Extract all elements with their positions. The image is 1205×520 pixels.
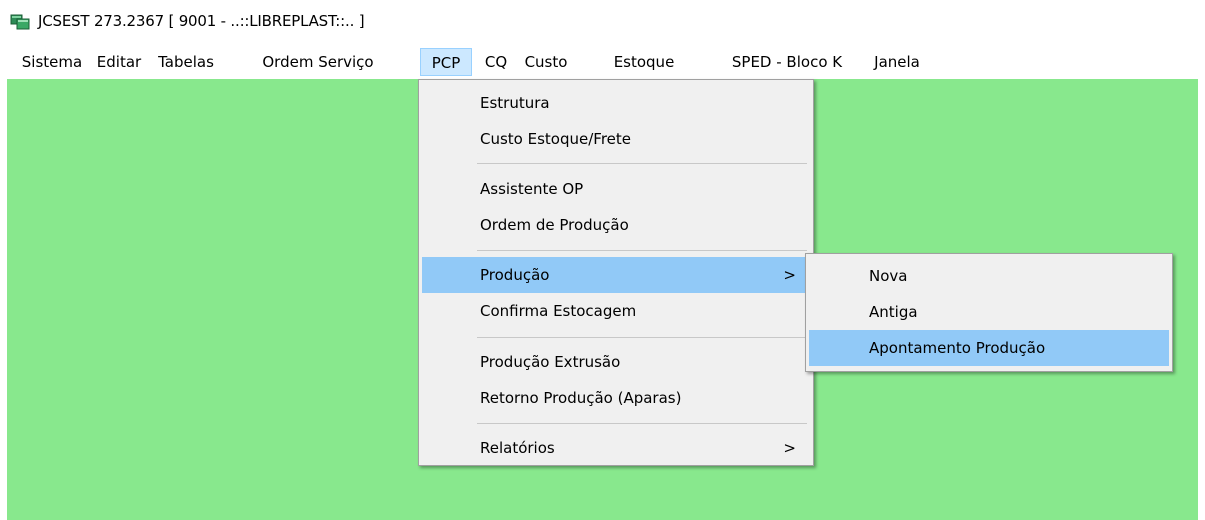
menu-estoque[interactable]: Estoque: [580, 48, 708, 76]
menu-item-retorno-producao-aparas[interactable]: Retorno Produção (Aparas): [422, 380, 810, 416]
app-window-icon: [10, 14, 30, 30]
submenu-item-label: Nova: [869, 267, 908, 285]
pcp-dropdown-menu: Estrutura Custo Estoque/Frete Assistente…: [418, 79, 814, 466]
menu-sistema[interactable]: Sistema: [18, 48, 86, 76]
menu-item-label: Relatórios: [480, 439, 555, 457]
menu-editar[interactable]: Editar: [94, 48, 144, 76]
menu-separator: [477, 423, 807, 424]
menu-item-label: Ordem de Produção: [480, 216, 629, 234]
submenu-item-antiga[interactable]: Antiga: [809, 294, 1169, 330]
menu-pcp[interactable]: PCP: [420, 48, 472, 76]
menu-janela[interactable]: Janela: [866, 48, 928, 76]
title-bar: JCSEST 273.2367 [ 9001 - ..::LIBREPLAST:…: [0, 0, 1205, 44]
producao-submenu: Nova Antiga Apontamento Produção: [805, 253, 1173, 372]
submenu-item-nova[interactable]: Nova: [809, 258, 1169, 294]
menu-item-producao[interactable]: Produção >: [422, 257, 810, 293]
menu-item-ordem-de-producao[interactable]: Ordem de Produção: [422, 207, 810, 243]
menu-item-label: Custo Estoque/Frete: [480, 130, 631, 148]
menu-separator: [477, 250, 807, 251]
menu-sped-bloco-k[interactable]: SPED - Bloco K: [712, 48, 862, 76]
menu-item-label: Assistente OP: [480, 180, 584, 198]
menu-item-label: Estrutura: [480, 94, 550, 112]
submenu-arrow-icon: >: [783, 266, 796, 284]
menu-separator: [477, 163, 807, 164]
menu-item-assistente-op[interactable]: Assistente OP: [422, 171, 810, 207]
menu-separator: [477, 337, 807, 338]
menu-item-producao-extrusao[interactable]: Produção Extrusão: [422, 344, 810, 380]
menu-item-label: Produção: [480, 266, 550, 284]
menu-item-relatorios[interactable]: Relatórios >: [422, 430, 810, 466]
menu-item-label: Confirma Estocagem: [480, 302, 637, 320]
submenu-item-label: Antiga: [869, 303, 918, 321]
submenu-item-apontamento-producao[interactable]: Apontamento Produção: [809, 330, 1169, 366]
menu-item-confirma-estocagem[interactable]: Confirma Estocagem: [422, 293, 810, 329]
menu-item-estrutura[interactable]: Estrutura: [422, 85, 810, 121]
menu-item-label: Produção Extrusão: [480, 353, 621, 371]
menu-item-label: Retorno Produção (Aparas): [480, 389, 682, 407]
menu-bar: Sistema Editar Tabelas Ordem Serviço PCP…: [0, 48, 1205, 78]
menu-custo[interactable]: Custo: [520, 48, 572, 76]
menu-ordem-servico[interactable]: Ordem Serviço: [228, 48, 408, 76]
submenu-arrow-icon: >: [783, 439, 796, 457]
submenu-item-label: Apontamento Produção: [869, 339, 1046, 357]
menu-tabelas[interactable]: Tabelas: [152, 48, 220, 76]
menu-item-custo-estoque-frete[interactable]: Custo Estoque/Frete: [422, 121, 810, 157]
window-title: JCSEST 273.2367 [ 9001 - ..::LIBREPLAST:…: [38, 12, 365, 30]
menu-cq[interactable]: CQ: [480, 48, 512, 76]
